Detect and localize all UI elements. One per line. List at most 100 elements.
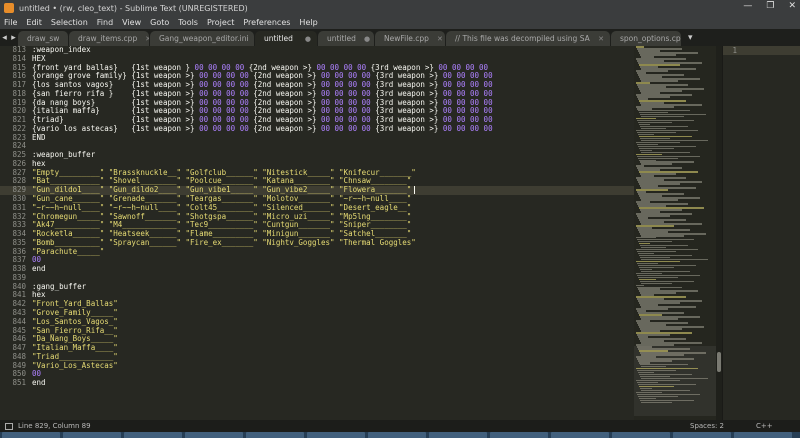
code-token: end xyxy=(32,378,46,388)
menu-bar: File Edit Selection Find View Goto Tools… xyxy=(0,16,800,29)
close-icon[interactable]: ✕ xyxy=(788,1,796,11)
code-line[interactable]: 825:weapon_buffer xyxy=(0,150,634,160)
code-token: {2nd weapon >} xyxy=(253,97,317,107)
code-line[interactable]: 813:weapon_index xyxy=(0,46,634,55)
code-token: {orange grove family} {1st weapon >} xyxy=(32,71,195,81)
minimize-icon[interactable]: — xyxy=(743,1,752,11)
tab-close-icon[interactable]: ✕ xyxy=(598,35,604,43)
code-token: end xyxy=(32,264,46,274)
menu-file[interactable]: File xyxy=(4,18,17,27)
code-token: {3rd weapon >} xyxy=(375,106,439,116)
code-token: 00 00 00 00 xyxy=(194,106,254,116)
code-token: "Rocketla______" "Heatseek______" "Flame… xyxy=(32,229,412,239)
code-line[interactable]: 840:gang_buffer xyxy=(0,281,634,292)
code-line[interactable]: 850 00 xyxy=(0,369,634,379)
code-token: {2nd weapon >} xyxy=(253,80,317,90)
code-line[interactable]: 839 xyxy=(0,273,634,283)
tab-untitled-active[interactable]: untitled ● xyxy=(255,31,317,46)
menu-preferences[interactable]: Preferences xyxy=(243,18,290,27)
code-token: 00 00 00 00 xyxy=(316,123,376,133)
code-line[interactable]: 849 "Vario_Los_Astecas" xyxy=(0,361,634,371)
indentation-setting[interactable]: Spaces: 2 xyxy=(690,422,724,430)
tab-close-icon[interactable]: ● xyxy=(364,35,370,43)
tab-close-icon[interactable]: ✕ xyxy=(145,35,149,43)
code-line[interactable]: 822 {vario los astecas} {1st weapon >} 00… xyxy=(0,123,634,134)
tab-gang-weapon-editor[interactable]: Gang_weapon_editor.ini✕ xyxy=(150,31,254,46)
menu-edit[interactable]: Edit xyxy=(26,18,42,27)
taskbar-button[interactable] xyxy=(307,432,365,438)
tab-draw-sw[interactable]: draw_sw xyxy=(18,31,68,46)
syntax-setting[interactable]: C++ xyxy=(756,422,773,430)
tab-newfile[interactable]: NewFile.cpp ✕ xyxy=(375,31,445,46)
menu-project[interactable]: Project xyxy=(207,18,234,27)
menu-selection[interactable]: Selection xyxy=(51,18,88,27)
code-token: "~r~~h~null____" "~r~~h~null____" "Colt4… xyxy=(32,202,412,212)
code-line[interactable]: 836 "Parachute_____" xyxy=(0,247,634,257)
taskbar-button[interactable] xyxy=(368,432,426,438)
code-token: "Bat___________" "Shovel________" "Poolc… xyxy=(32,176,412,186)
tab-decompiled[interactable]: // This file was decompiled using SASCM.… xyxy=(446,31,610,46)
taskbar-button[interactable] xyxy=(2,432,60,438)
menu-view[interactable]: View xyxy=(122,18,141,27)
code-token: 00 00 00 00 xyxy=(316,115,376,125)
code-line[interactable]: 823 END xyxy=(0,133,634,143)
tab-untitled[interactable]: untitled ● xyxy=(318,31,374,46)
tab-dirty-dot-icon[interactable]: ● xyxy=(305,35,311,43)
tab-label: // This file was decompiled using SASCM.… xyxy=(455,34,590,43)
taskbar-button[interactable] xyxy=(734,432,792,438)
minimap[interactable] xyxy=(634,46,716,420)
tab-draw-items[interactable]: draw_items.cpp ✕ xyxy=(69,31,149,46)
code-token: "Empty_________" "Brassknuckle__" "Golfc… xyxy=(32,167,416,177)
taskbar-button[interactable] xyxy=(612,432,670,438)
menu-help[interactable]: Help xyxy=(299,18,317,27)
menu-tools[interactable]: Tools xyxy=(178,18,198,27)
code-token: {3rd weapon >} xyxy=(375,115,439,125)
window-controls: — ❐ ✕ xyxy=(743,1,796,11)
taskbar-button[interactable] xyxy=(63,432,121,438)
code-token: {2nd weapon >} xyxy=(253,88,317,98)
taskbar-button[interactable] xyxy=(246,432,304,438)
tab-scroll-left-icon[interactable]: ◂ xyxy=(0,33,9,43)
code-token: 00 00 00 00 xyxy=(433,62,489,72)
code-token: 00 00 00 00 xyxy=(316,106,376,116)
panel-toggle-icon[interactable] xyxy=(5,422,13,430)
code-token: {da nang boys} {1st weapon >} xyxy=(32,97,195,107)
tab-scroll-right-icon[interactable]: ▸ xyxy=(9,33,18,43)
code-token: "Front_Yard_Ballas" xyxy=(32,299,118,309)
scrollbar-thumb[interactable] xyxy=(717,352,721,372)
code-token: 00 00 00 00 xyxy=(194,71,254,81)
tab-close-icon[interactable]: ✕ xyxy=(437,35,443,43)
code-editor[interactable]: 813:weapon_index 814 HEX 815 {front yard bal… xyxy=(0,46,634,420)
tab-overflow-icon[interactable]: ▾ xyxy=(688,33,693,43)
code-line[interactable]: 838 end xyxy=(0,264,634,274)
code-token: {los santos vagos} {1st weapon >} xyxy=(32,80,195,90)
code-token: 00 00 00 00 xyxy=(438,97,493,107)
code-token: {3rd weapon >} xyxy=(375,97,439,107)
code-token: {3rd weapon >} xyxy=(370,62,434,72)
code-line[interactable]: 851 end xyxy=(0,378,634,388)
code-token: {3rd weapon >} xyxy=(375,71,439,81)
code-token: "Ak47__________" "M4____________" "Tec9_… xyxy=(32,220,412,230)
title-bar: untitled • (rw, cleo_text) - Sublime Tex… xyxy=(0,0,800,16)
taskbar-button[interactable] xyxy=(185,432,243,438)
code-token: :gang_buffer xyxy=(32,281,87,291)
line-code: END xyxy=(32,133,46,143)
maximize-icon[interactable]: ❐ xyxy=(766,1,774,11)
menu-find[interactable]: Find xyxy=(97,18,113,27)
taskbar-button[interactable] xyxy=(124,432,182,438)
tab-label: Gang_weapon_editor.ini xyxy=(159,34,249,43)
code-token: HEX xyxy=(32,53,46,63)
split-editor-pane[interactable]: 1 xyxy=(722,46,800,420)
taskbar-button[interactable] xyxy=(490,432,548,438)
tab-spon-options[interactable]: spon_options.cpp✕ xyxy=(611,31,681,46)
taskbar-button[interactable] xyxy=(551,432,609,438)
code-token: {2nd weapon >} xyxy=(253,115,317,125)
minimap-line xyxy=(641,282,672,285)
split-line-number: 1 xyxy=(732,46,737,55)
code-line[interactable]: 837 00 xyxy=(0,255,634,265)
menu-goto[interactable]: Goto xyxy=(150,18,169,27)
code-token: 00 00 00 00 xyxy=(311,62,371,72)
taskbar-button[interactable] xyxy=(429,432,487,438)
code-token: 00 00 00 00 xyxy=(438,115,493,125)
taskbar-button[interactable] xyxy=(673,432,731,438)
